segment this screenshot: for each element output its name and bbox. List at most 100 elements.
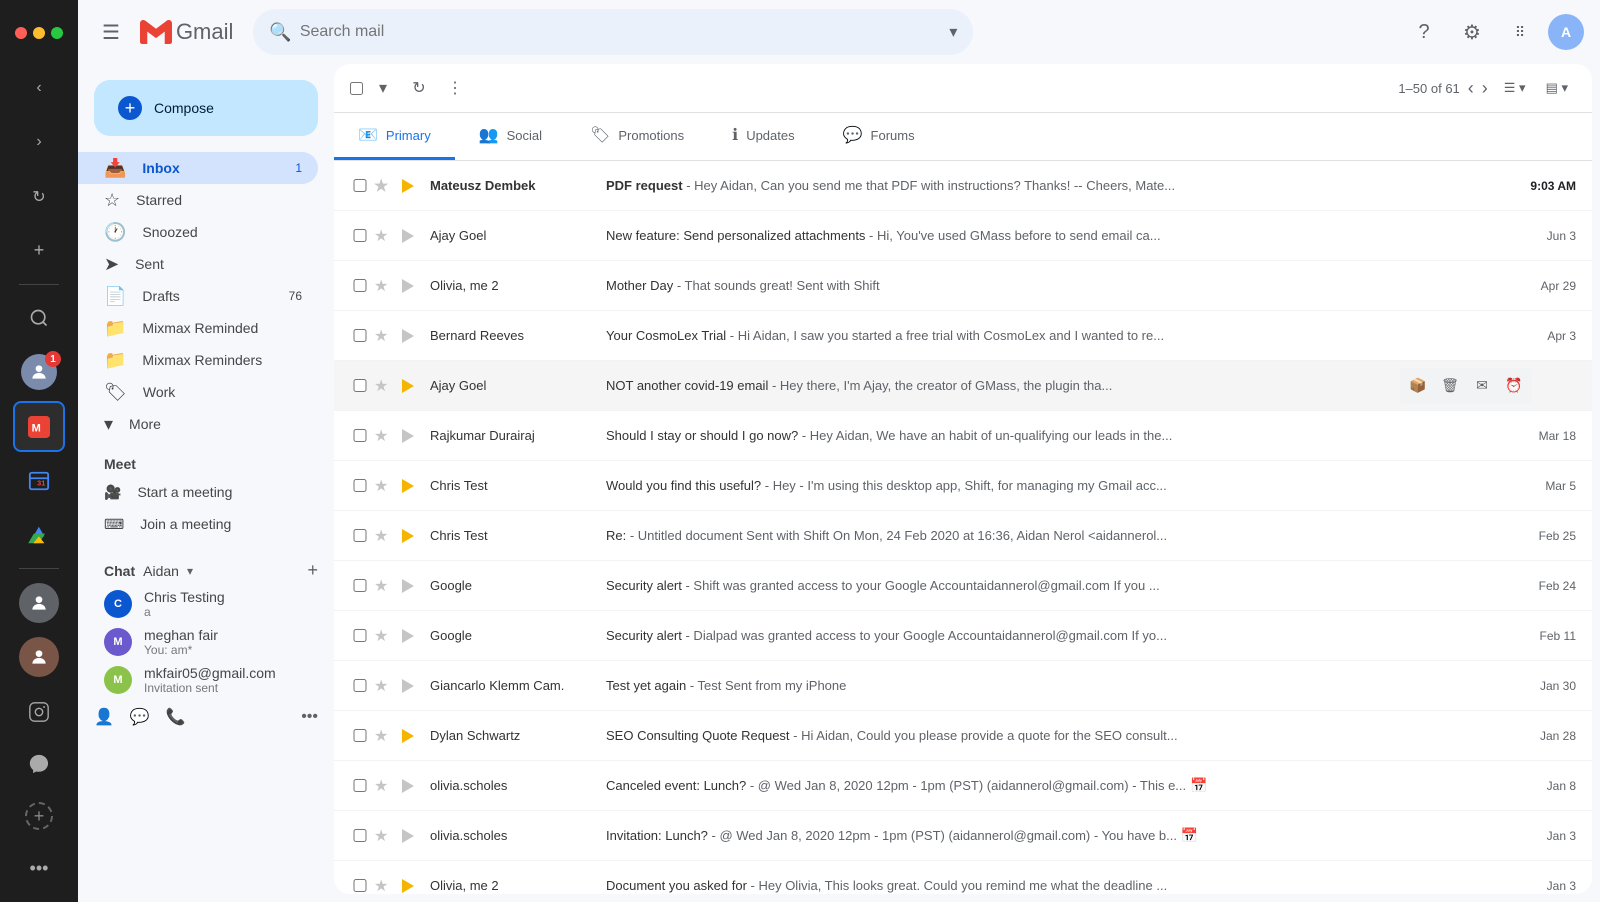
email-email-3-checkbox[interactable]: [350, 279, 370, 292]
close-button[interactable]: [15, 27, 27, 39]
drive-icon[interactable]: [13, 510, 65, 560]
email-email-2-checkbox[interactable]: [350, 229, 370, 242]
user-avatar[interactable]: A: [1548, 14, 1584, 50]
nav-item-inbox[interactable]: 📥Inbox1: [78, 152, 318, 184]
gmail-icon[interactable]: M: [13, 401, 65, 451]
email-email-7-checkbox[interactable]: [350, 479, 370, 492]
forward-button[interactable]: ›: [13, 117, 65, 167]
select-dropdown-button[interactable]: ▾: [367, 72, 399, 104]
email-email-13-checkbox[interactable]: [350, 779, 370, 792]
email-row[interactable]: ★Ajay GoelNew feature: Send personalized…: [334, 211, 1592, 261]
prev-page-button[interactable]: ‹: [1468, 78, 1474, 99]
account-avatar-2[interactable]: [13, 577, 65, 627]
tab-promotions[interactable]: 🏷Promotions: [566, 113, 708, 160]
people-icon[interactable]: 👤: [94, 707, 114, 727]
instagram-icon[interactable]: [13, 686, 65, 738]
email-row[interactable]: ★Dylan SchwartzSEO Consulting Quote Requ…: [334, 711, 1592, 761]
density-button[interactable]: ▤ ▾: [1538, 76, 1576, 100]
email-row[interactable]: ★Chris TestRe: - Untitled document Sent …: [334, 511, 1592, 561]
email-row[interactable]: ★GoogleSecurity alert - Dialpad was gran…: [334, 611, 1592, 661]
email-email-1-checkbox[interactable]: [350, 179, 370, 192]
apps-button[interactable]: ⠿: [1500, 12, 1540, 52]
reload-button[interactable]: ↻: [13, 171, 65, 221]
messenger-icon[interactable]: [13, 738, 65, 790]
email-email-8-checkbox[interactable]: [350, 529, 370, 542]
chat-dropdown-icon[interactable]: ▾: [187, 564, 193, 578]
back-button[interactable]: ‹: [13, 63, 65, 113]
email-email-6-star[interactable]: ★: [374, 426, 398, 446]
account-avatar-3[interactable]: [13, 632, 65, 682]
email-email-15-star[interactable]: ★: [374, 876, 398, 895]
chat-add-button[interactable]: +: [307, 560, 318, 581]
email-action-btn-2[interactable]: ✉: [1468, 372, 1496, 400]
more-chat-options[interactable]: •••: [301, 708, 318, 726]
email-email-1-star[interactable]: ★: [374, 176, 398, 196]
email-row[interactable]: ★Mateusz DembekPDF request - Hey Aidan, …: [334, 161, 1592, 211]
calendar-icon[interactable]: 31: [13, 456, 65, 506]
email-row[interactable]: ★olivia.scholesInvitation: Lunch? - @ We…: [334, 811, 1592, 861]
account-avatar-1[interactable]: 1: [13, 347, 65, 397]
email-email-5-checkbox[interactable]: [350, 379, 370, 392]
email-email-14-checkbox[interactable]: [350, 829, 370, 842]
tab-primary[interactable]: 📧Primary: [334, 113, 455, 160]
tab-forums[interactable]: 💬Forums: [819, 113, 939, 160]
email-email-4-checkbox[interactable]: [350, 329, 370, 342]
email-email-2-star[interactable]: ★: [374, 226, 398, 246]
email-row[interactable]: ★Bernard ReevesYour CosmoLex Trial - Hi …: [334, 311, 1592, 361]
hamburger-menu-icon[interactable]: ☰: [94, 12, 128, 53]
chat-user-chris-testing[interactable]: CChris Testinga: [78, 585, 334, 623]
start-meeting-item[interactable]: 🎥 Start a meeting: [78, 476, 334, 508]
email-action-btn-1[interactable]: 🗑: [1436, 372, 1464, 400]
compose-button[interactable]: + Compose: [94, 80, 318, 136]
nav-item-work[interactable]: 🏷Work: [78, 376, 318, 408]
nav-item-more[interactable]: ▾More: [78, 408, 318, 440]
email-email-15-checkbox[interactable]: [350, 879, 370, 892]
nav-item-mixmax-reminders[interactable]: 📁Mixmax Reminders: [78, 344, 318, 376]
email-row[interactable]: ★Ajay GoelNOT another covid-19 email - H…: [334, 361, 1592, 411]
email-row[interactable]: ★Olivia, me 2Document you asked for - He…: [334, 861, 1592, 894]
tab-social[interactable]: 👥Social: [455, 113, 566, 160]
search-bar[interactable]: 🔍 ▾: [253, 9, 973, 55]
email-row[interactable]: ★Olivia, me 2Mother Day - That sounds gr…: [334, 261, 1592, 311]
join-meeting-item[interactable]: ⌨ Join a meeting: [78, 508, 334, 540]
email-row[interactable]: ★GoogleSecurity alert - Shift was grante…: [334, 561, 1592, 611]
email-email-5-star[interactable]: ★: [374, 376, 398, 396]
email-email-7-star[interactable]: ★: [374, 476, 398, 496]
nav-item-starred[interactable]: ☆Starred: [78, 184, 318, 216]
email-action-btn-3[interactable]: ⏰: [1500, 372, 1528, 400]
email-email-8-star[interactable]: ★: [374, 526, 398, 546]
maximize-button[interactable]: [51, 27, 63, 39]
email-email-14-star[interactable]: ★: [374, 826, 398, 846]
nav-item-drafts[interactable]: 📄Drafts76: [78, 280, 318, 312]
phone-icon[interactable]: 📞: [166, 707, 186, 727]
email-action-btn-0[interactable]: 📦: [1404, 372, 1432, 400]
nav-item-mixmax-reminded[interactable]: 📁Mixmax Reminded: [78, 312, 318, 344]
help-button[interactable]: ?: [1404, 12, 1444, 52]
add-account-button[interactable]: +: [13, 790, 65, 842]
add-tab-button[interactable]: +: [13, 226, 65, 276]
refresh-button[interactable]: ↻: [403, 72, 435, 104]
select-all-checkbox[interactable]: [350, 82, 363, 95]
email-email-4-star[interactable]: ★: [374, 326, 398, 346]
email-email-9-checkbox[interactable]: [350, 579, 370, 592]
email-email-6-checkbox[interactable]: [350, 429, 370, 442]
more-actions-button[interactable]: ⋮: [439, 72, 471, 104]
email-row[interactable]: ★Chris TestWould you find this useful? -…: [334, 461, 1592, 511]
search-input[interactable]: [300, 23, 942, 41]
chat-user-mkfair[interactable]: Mmkfair05@gmail.comInvitation sent: [78, 661, 334, 699]
email-email-11-checkbox[interactable]: [350, 679, 370, 692]
nav-item-sent[interactable]: ➤Sent: [78, 248, 318, 280]
email-row[interactable]: ★Rajkumar DurairajShould I stay or shoul…: [334, 411, 1592, 461]
email-email-9-star[interactable]: ★: [374, 576, 398, 596]
search-apps-icon[interactable]: [13, 293, 65, 343]
email-email-10-checkbox[interactable]: [350, 629, 370, 642]
nav-item-snoozed[interactable]: 🕐Snoozed: [78, 216, 318, 248]
email-email-11-star[interactable]: ★: [374, 676, 398, 696]
email-email-12-checkbox[interactable]: [350, 729, 370, 742]
chat-user-meghan-fair[interactable]: Mmeghan fairYou: am*: [78, 623, 334, 661]
search-dropdown-icon[interactable]: ▾: [949, 22, 957, 42]
email-email-12-star[interactable]: ★: [374, 726, 398, 746]
minimize-button[interactable]: [33, 27, 45, 39]
next-page-button[interactable]: ›: [1482, 78, 1488, 99]
chat-bubble-icon[interactable]: 💬: [130, 707, 150, 727]
